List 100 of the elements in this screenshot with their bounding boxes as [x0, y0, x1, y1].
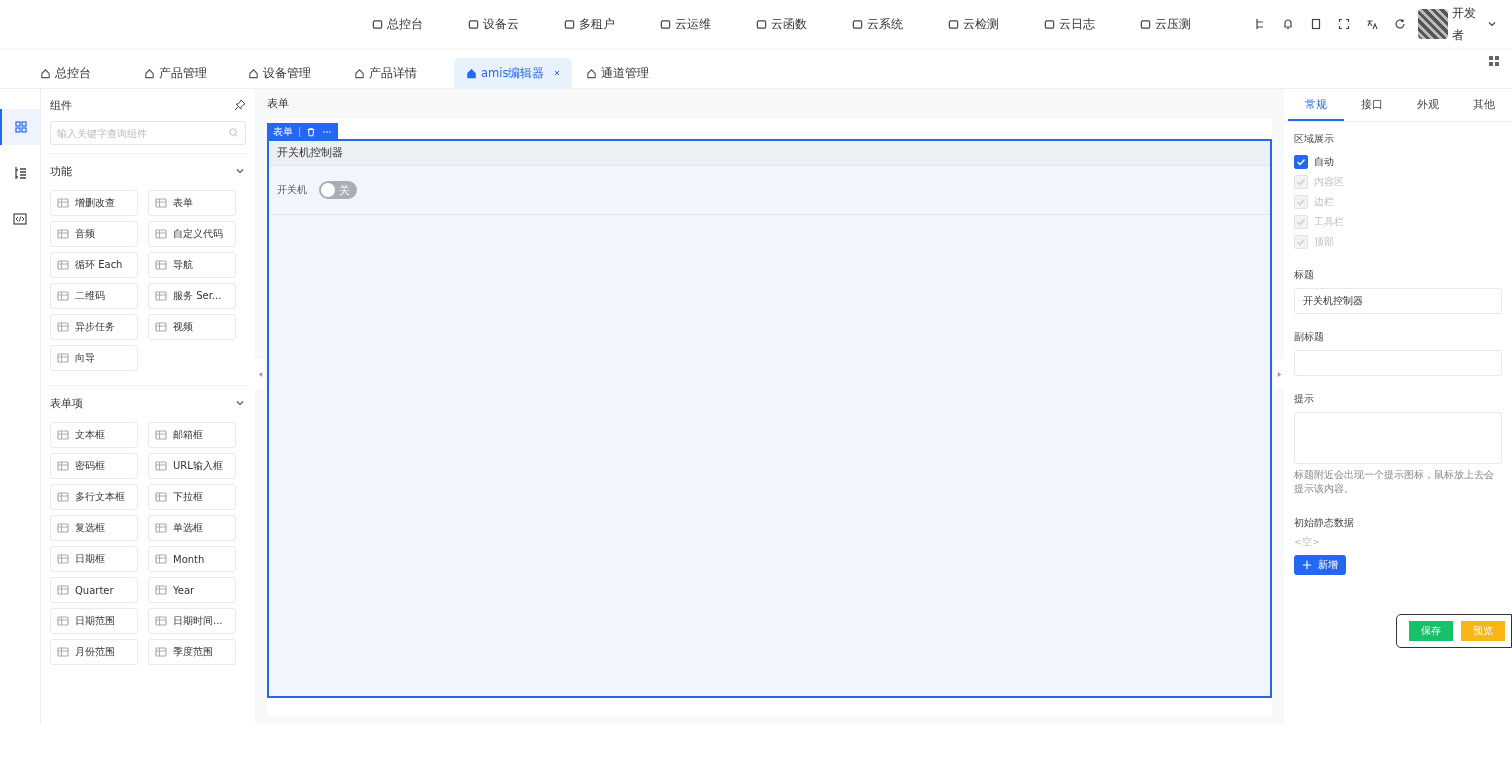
page-tab[interactable]: 总控台: [34, 58, 130, 88]
group-title[interactable]: 表单项: [50, 395, 83, 411]
component-item[interactable]: 增删改查: [50, 190, 138, 216]
component-item[interactable]: 文本框: [50, 422, 138, 448]
nav-link[interactable]: 云压测: [1140, 16, 1236, 32]
page-tab[interactable]: 通道管理: [580, 58, 679, 88]
component-item[interactable]: 音频: [50, 221, 138, 247]
collapse-handle[interactable]: [255, 359, 265, 389]
component-item[interactable]: 多行文本框: [50, 484, 138, 510]
component-item[interactable]: 单选框: [148, 515, 236, 541]
nav-link[interactable]: 云函数: [756, 16, 852, 32]
component-item[interactable]: 复选框: [50, 515, 138, 541]
component-item[interactable]: 二维码: [50, 283, 138, 309]
component-item[interactable]: 视频: [148, 314, 236, 340]
grid-icon[interactable]: [1488, 55, 1500, 67]
component-icon: [57, 290, 69, 302]
settings-tab[interactable]: 接口: [1344, 89, 1400, 121]
page-tab[interactable]: 设备管理: [242, 58, 340, 88]
add-button[interactable]: 新增: [1294, 555, 1346, 575]
component-item[interactable]: 自定义代码: [148, 221, 236, 247]
settings-tab[interactable]: 常规: [1288, 89, 1344, 121]
nav-link[interactable]: 云检测: [948, 16, 1044, 32]
nav-link[interactable]: 总控台: [372, 16, 468, 32]
component-icon: [57, 615, 69, 627]
component-icon: [57, 460, 69, 472]
component-item[interactable]: Quarter: [50, 577, 138, 603]
component-item[interactable]: 异步任务: [50, 314, 138, 340]
component-item[interactable]: Month: [148, 546, 236, 572]
refresh-icon[interactable]: [1394, 18, 1406, 30]
component-icon: [57, 522, 69, 534]
page-tab[interactable]: amis编辑器: [454, 58, 573, 88]
outline-icon: [13, 166, 27, 180]
search-field[interactable]: 输入关键字查询组件: [50, 121, 246, 145]
settings-tab[interactable]: 其他: [1456, 89, 1512, 121]
component-item[interactable]: 季度范围: [148, 639, 236, 665]
nav-icon: [852, 18, 863, 30]
component-icon: [155, 290, 167, 302]
component-icon: [57, 259, 69, 271]
pin-icon[interactable]: [234, 99, 246, 111]
nav-link[interactable]: 多租户: [564, 16, 660, 32]
component-label: 二维码: [75, 289, 105, 303]
component-label: 日期范围: [75, 614, 115, 628]
field-label: 副标题: [1294, 330, 1325, 344]
bell-icon[interactable]: [1282, 18, 1294, 30]
component-label: 多行文本框: [75, 490, 125, 504]
tree-icon[interactable]: [1254, 18, 1266, 30]
component-item[interactable]: 导航: [148, 252, 236, 278]
component-item[interactable]: 密码框: [50, 453, 138, 479]
component-icon: [155, 553, 167, 565]
component-icon: [155, 259, 167, 271]
component-label: 视频: [173, 320, 193, 334]
avatar[interactable]: [1418, 9, 1448, 39]
component-icon: [155, 584, 167, 596]
nav-link[interactable]: 云运维: [660, 16, 756, 32]
fullscreen-icon[interactable]: [1338, 18, 1350, 30]
document-icon[interactable]: [1310, 18, 1322, 30]
component-item[interactable]: 日期时间...: [148, 608, 236, 634]
component-item[interactable]: 日期范围: [50, 608, 138, 634]
user-name[interactable]: 开发者: [1452, 2, 1476, 46]
nav-link[interactable]: 设备云: [468, 16, 564, 32]
component-label: 自定义代码: [173, 227, 223, 241]
component-item[interactable]: 下拉框: [148, 484, 236, 510]
component-icon: [155, 646, 167, 658]
title-field[interactable]: 开关机控制器: [1294, 288, 1502, 314]
component-item[interactable]: 月份范围: [50, 639, 138, 665]
nav-link[interactable]: 云日志: [1044, 16, 1140, 32]
nav-icon: [468, 18, 479, 30]
help-text: 标题附近会出现一个提示图标，鼠标放上去会提示该内容。: [1294, 468, 1495, 496]
nav-icon: [564, 18, 575, 30]
checkbox[interactable]: [1294, 155, 1308, 169]
component-icon: [57, 321, 69, 333]
component-item[interactable]: 服务 Ser...: [148, 283, 236, 309]
page-tab[interactable]: 产品管理: [138, 58, 234, 88]
component-item[interactable]: 邮箱框: [148, 422, 236, 448]
delete-icon[interactable]: [306, 126, 316, 137]
component-item[interactable]: Year: [148, 577, 236, 603]
nav-link[interactable]: 云系统: [852, 16, 948, 32]
component-icon: [155, 228, 167, 240]
group-title[interactable]: 功能: [50, 163, 72, 179]
component-label: Quarter: [75, 584, 114, 596]
component-item[interactable]: 日期框: [50, 546, 138, 572]
component-icon: [57, 228, 69, 240]
component-label: 复选框: [75, 521, 105, 535]
sidebar-tab[interactable]: [0, 109, 40, 145]
check-icon: [1295, 196, 1307, 208]
page-tab[interactable]: 产品详情: [348, 58, 446, 88]
check-icon: [1295, 216, 1307, 228]
component-item[interactable]: 表单: [148, 190, 236, 216]
component-item[interactable]: 循环 Each: [50, 252, 138, 278]
translate-icon[interactable]: [1366, 18, 1378, 30]
component-icon: [155, 491, 167, 503]
field-label: 区域展示: [1294, 132, 1335, 146]
component-item[interactable]: 向导: [50, 345, 138, 371]
collapse-handle[interactable]: [1274, 359, 1284, 389]
toolbar-label: 表单: [273, 124, 293, 139]
component-item[interactable]: URL输入框: [148, 453, 236, 479]
grid-icon: [14, 120, 28, 134]
nav-icon: [948, 18, 959, 30]
panel-title: 组件: [50, 97, 72, 113]
settings-tab[interactable]: 外观: [1400, 89, 1456, 121]
